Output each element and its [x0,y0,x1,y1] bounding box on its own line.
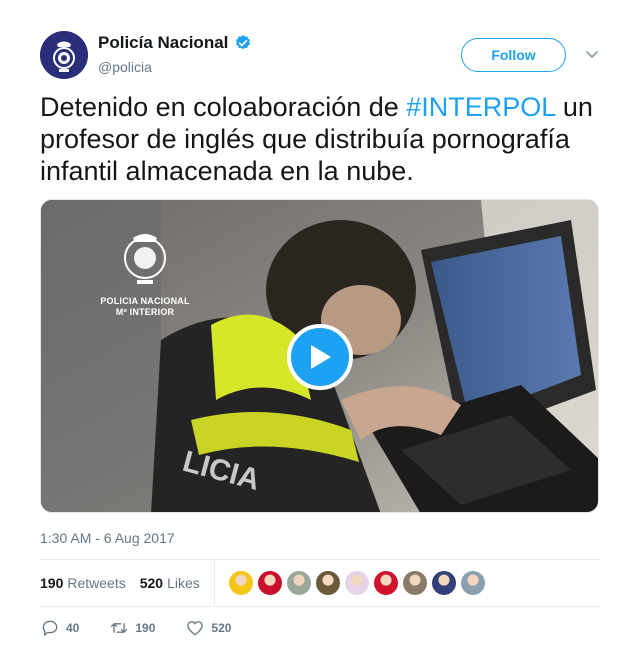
likes-stat[interactable]: 520 Likes [140,575,200,591]
retweets-label: Retweets [67,575,126,591]
reply-count: 40 [66,621,80,635]
liker-avatar[interactable] [402,571,427,595]
like-button[interactable]: 520 [185,618,231,638]
likes-label: Likes [167,575,200,591]
hashtag-link[interactable]: #INTERPOL [406,92,555,122]
liker-avatar[interactable] [460,571,485,595]
liker-avatar[interactable] [257,571,282,595]
tweet-text: Detenido en coloaboración de #INTERPOL u… [40,91,600,187]
logo-line-1: POLICIA NACIONAL [100,296,190,306]
retweets-stat[interactable]: 190 Retweets [40,575,126,591]
liker-avatar[interactable] [344,571,369,595]
video-player[interactable]: LICIA POLICIA NACIONAL Mº INTERIOR [40,199,599,513]
police-badge-icon [40,31,88,79]
heart-icon [187,621,204,636]
likes-count: 520 [139,575,164,591]
retweets-count: 190 [40,575,64,591]
tweet-actions: 40 190 520 [40,618,261,638]
author-handle[interactable]: @policia [98,59,152,75]
play-button[interactable] [287,324,353,390]
retweet-count: 190 [135,621,156,635]
liker-avatar[interactable] [315,571,340,595]
liker-avatar[interactable] [431,571,456,595]
logo-line-2: Mº INTERIOR [115,307,175,317]
verified-badge-icon [236,35,251,50]
follow-button[interactable]: Follow [461,38,566,72]
stats-separator [213,560,215,606]
retweet-icon [111,623,128,633]
retweet-button[interactable]: 190 [109,618,155,638]
liker-avatar[interactable] [373,571,398,595]
liker-avatar[interactable] [286,571,311,595]
tweet-text-start: Detenido en coloaboración de [40,92,407,122]
liker-avatars [228,571,485,595]
liker-avatar[interactable] [228,571,253,595]
tweet-timestamp[interactable]: 1:30 AM - 6 Aug 2017 [40,530,175,546]
author-avatar[interactable] [40,31,88,79]
chevron-down-icon[interactable] [584,48,600,62]
play-icon [311,345,331,369]
video-logo-caption: POLICIA NACIONAL Mº INTERIOR [95,296,195,318]
author-name-row: Policía Nacional [98,33,252,53]
divider-bottom [40,606,600,607]
like-count: 520 [211,621,232,635]
author-display-name[interactable]: Policía Nacional [98,33,228,53]
reply-button[interactable]: 40 [40,618,79,638]
reply-icon [42,620,58,636]
tweet-stats: 190 Retweets 520 Likes [40,560,600,606]
